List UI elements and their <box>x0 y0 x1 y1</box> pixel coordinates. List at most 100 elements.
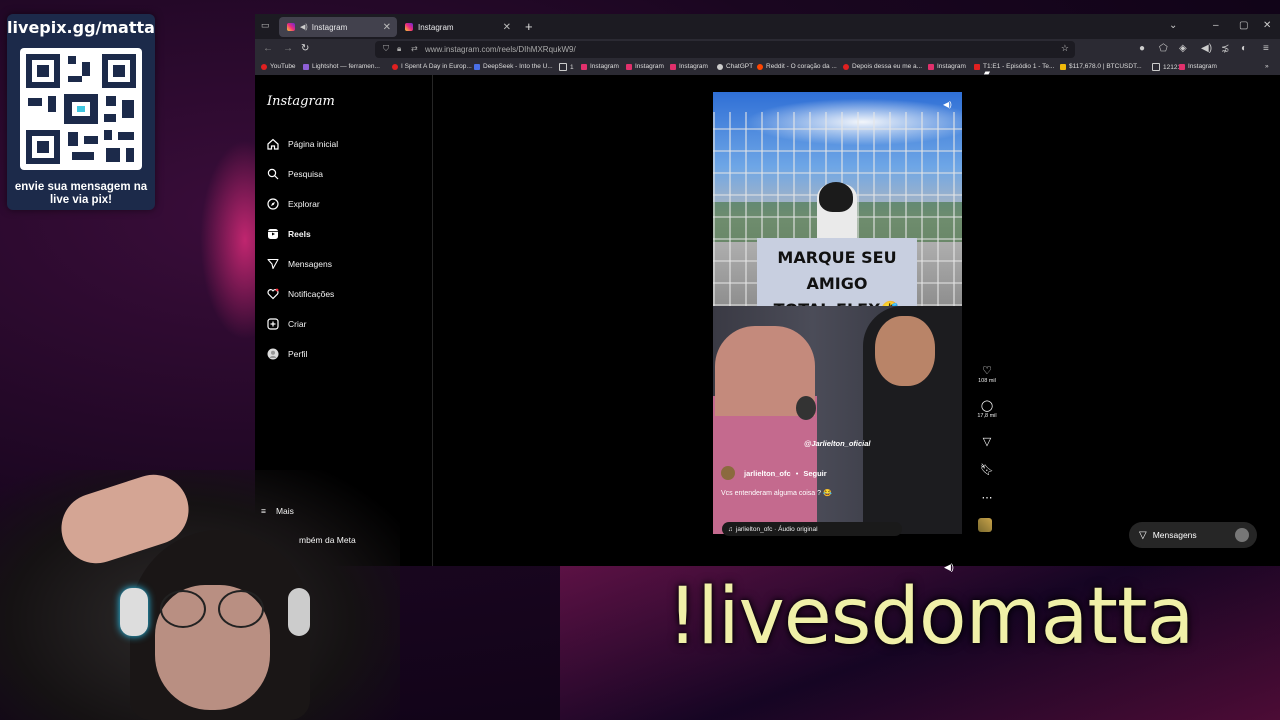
instagram-logo[interactable]: Instagram <box>267 94 335 109</box>
more-icon: ⋯ <box>981 492 993 504</box>
bookmark-item[interactable]: YouTube <box>261 63 296 70</box>
bookmark-item[interactable]: Instagram <box>928 63 966 70</box>
sidebar-item-also-from-meta[interactable]: mbém da Meta <box>299 535 356 545</box>
bookmarks-overflow-icon[interactable]: » <box>1265 63 1269 70</box>
bookmark-item[interactable]: Instagram <box>626 63 664 70</box>
close-window-button[interactable]: ✕ <box>1263 20 1271 31</box>
livepix-title: livepix.gg/matta <box>7 18 155 37</box>
search-icon <box>267 168 279 180</box>
reel-video[interactable]: MARQUE SEU AMIGO TOTAL FLEX🤣 @Jarlielton… <box>713 92 962 534</box>
sidebar-item-notifications[interactable]: Notificações <box>267 288 334 300</box>
sidebar-item-profile[interactable]: Perfil <box>267 348 307 360</box>
nav-bar: ← → ↻ ⛉ 🔒︎ ⇄ www.instagram.com/reels/DIh… <box>255 39 1280 60</box>
sidebar-item-messages[interactable]: Mensagens <box>267 258 332 270</box>
sidebar-item-label: Perfil <box>288 349 308 359</box>
reel-user-row: jarlielton_ofc • Seguir <box>721 466 827 480</box>
translate-icon[interactable]: ⋨ <box>1221 43 1229 54</box>
reel-nav-icon[interactable]: ▰ <box>975 68 999 77</box>
reel-caption[interactable]: Vcs entenderam alguma coisa ? 😂 <box>721 489 832 497</box>
account-icon[interactable]: ◐ <box>1241 43 1247 54</box>
address-bar[interactable]: ⛉ 🔒︎ ⇄ www.instagram.com/reels/DIhMXRquk… <box>375 41 1075 58</box>
comment-count: 17,8 mil <box>977 413 997 419</box>
send-icon: ▽ <box>982 436 992 448</box>
bookmark-item[interactable]: $117,678.0 | BTCUSDT... <box>1060 63 1142 70</box>
bookmark-item[interactable]: I Spent A Day in Europ... <box>392 63 472 70</box>
tab-instagram-active[interactable]: ◀) Instagram ✕ <box>279 17 397 37</box>
sidebar-item-explore[interactable]: Explorar <box>267 198 320 210</box>
audio-icon[interactable]: ◀) <box>1201 43 1212 54</box>
shield-extension-icon[interactable]: ◈ <box>1179 43 1187 54</box>
instagram-favicon-icon <box>405 23 413 31</box>
bookmark-item[interactable]: Instagram <box>581 63 619 70</box>
interviewer-head <box>875 316 935 386</box>
lock-icon[interactable]: 🔒︎ <box>397 44 401 54</box>
send-icon <box>267 258 279 270</box>
sidebar-item-label: Mensagens <box>288 259 332 269</box>
close-icon[interactable]: ✕ <box>503 22 511 33</box>
reels-icon <box>267 228 279 240</box>
tab-list-icon[interactable]: ▭ <box>261 20 270 31</box>
speaker-icon[interactable]: ◀) <box>300 23 308 31</box>
messages-button[interactable]: ▽ Mensagens <box>1129 522 1257 548</box>
shield-icon[interactable]: ⛉ <box>383 44 389 54</box>
separator: • <box>795 468 799 478</box>
bookmark-item[interactable]: DeepSeek - Into the U... <box>474 63 553 70</box>
bookmark-item[interactable]: Lightshot — ferramen... <box>303 63 380 70</box>
glasses-left <box>160 590 206 628</box>
sidebar-item-label: Explorar <box>288 199 320 209</box>
menu-icon: ≡ <box>261 506 266 516</box>
menu-icon[interactable]: ≡ <box>1263 43 1269 54</box>
follow-button[interactable]: Seguir <box>803 469 826 478</box>
minimize-button[interactable]: – <box>1213 20 1219 31</box>
sidebar-item-search[interactable]: Pesquisa <box>267 168 323 180</box>
bookmark-star-icon[interactable]: ☆ <box>1061 43 1069 54</box>
headphone-left <box>120 588 148 636</box>
instagram-favicon-icon <box>287 23 295 31</box>
heart-icon: ♡ <box>982 365 992 377</box>
sidebar-item-more[interactable]: ≡ Mais <box>261 506 294 516</box>
save-button[interactable]: 🔖︎ <box>975 463 999 476</box>
tab-label: Instagram <box>418 22 454 32</box>
send-icon: ▽ <box>1139 529 1147 541</box>
bookmark-item[interactable]: ChatGPT <box>717 63 753 70</box>
audio-thumbnail[interactable] <box>978 518 992 532</box>
reel-mute-icon[interactable]: ◀) <box>943 100 957 114</box>
microphone <box>796 396 816 420</box>
overlay-tag: @Jarlielton_oficial <box>804 439 871 448</box>
maximize-button[interactable]: ▢ <box>1239 20 1248 31</box>
comment-button[interactable]: ◯ 17,8 mil <box>975 399 999 419</box>
tab-instagram[interactable]: Instagram ✕ <box>397 17 517 37</box>
tab-label: Instagram <box>311 22 348 32</box>
compass-icon <box>267 198 279 210</box>
livepix-panel: livepix.gg/matta envie sua mensagem na l… <box>7 14 155 210</box>
extensions-icon[interactable]: ⬠ <box>1159 43 1168 54</box>
reel-username[interactable]: jarlielton_ofc <box>744 469 791 478</box>
close-icon[interactable]: ✕ <box>383 22 391 33</box>
bookmark-item[interactable]: Depois dessa eu me a... <box>843 63 922 70</box>
headphone-right <box>288 588 310 636</box>
stream-command-text: !livesdomatta <box>667 572 1194 662</box>
avatar[interactable] <box>721 466 735 480</box>
sidebar-item-create[interactable]: Criar <box>267 318 306 330</box>
back-button[interactable]: ← <box>263 43 273 54</box>
bookmark-folder[interactable]: 1 <box>559 63 574 71</box>
audio-attribution[interactable]: ♫ jarlielton_ofc · Áudio original <box>722 522 902 536</box>
sidebar-item-label: Notificações <box>288 289 335 299</box>
bookmark-item[interactable]: Reddit - O coração da ... <box>757 63 837 70</box>
bookmark-item[interactable]: Instagram <box>670 63 708 70</box>
more-options-button[interactable]: ⋯ <box>975 491 999 504</box>
sidebar-item-home[interactable]: Página inicial <box>267 138 338 150</box>
like-button[interactable]: ♡ 108 mil <box>975 364 999 384</box>
browser-window: ▭ ◀) Instagram ✕ Instagram ✕ + ⌄ – ▢ ✕ ←… <box>255 14 1280 572</box>
sidebar-item-label: Criar <box>288 319 307 329</box>
share-button[interactable]: ▽ <box>975 435 999 448</box>
forward-button[interactable]: → <box>283 43 293 54</box>
bookmark-item[interactable]: Instagram <box>1179 63 1217 70</box>
sidebar-item-reels[interactable]: Reels <box>267 228 311 240</box>
reload-button[interactable]: ↻ <box>301 43 309 54</box>
new-tab-button[interactable]: + <box>525 19 533 34</box>
tab-overflow-icon[interactable]: ⌄ <box>1169 20 1177 31</box>
permissions-icon[interactable]: ⇄ <box>411 44 418 53</box>
bookmark-folder[interactable]: 12121 <box>1152 63 1181 71</box>
extension-icon[interactable]: ● <box>1139 43 1145 54</box>
